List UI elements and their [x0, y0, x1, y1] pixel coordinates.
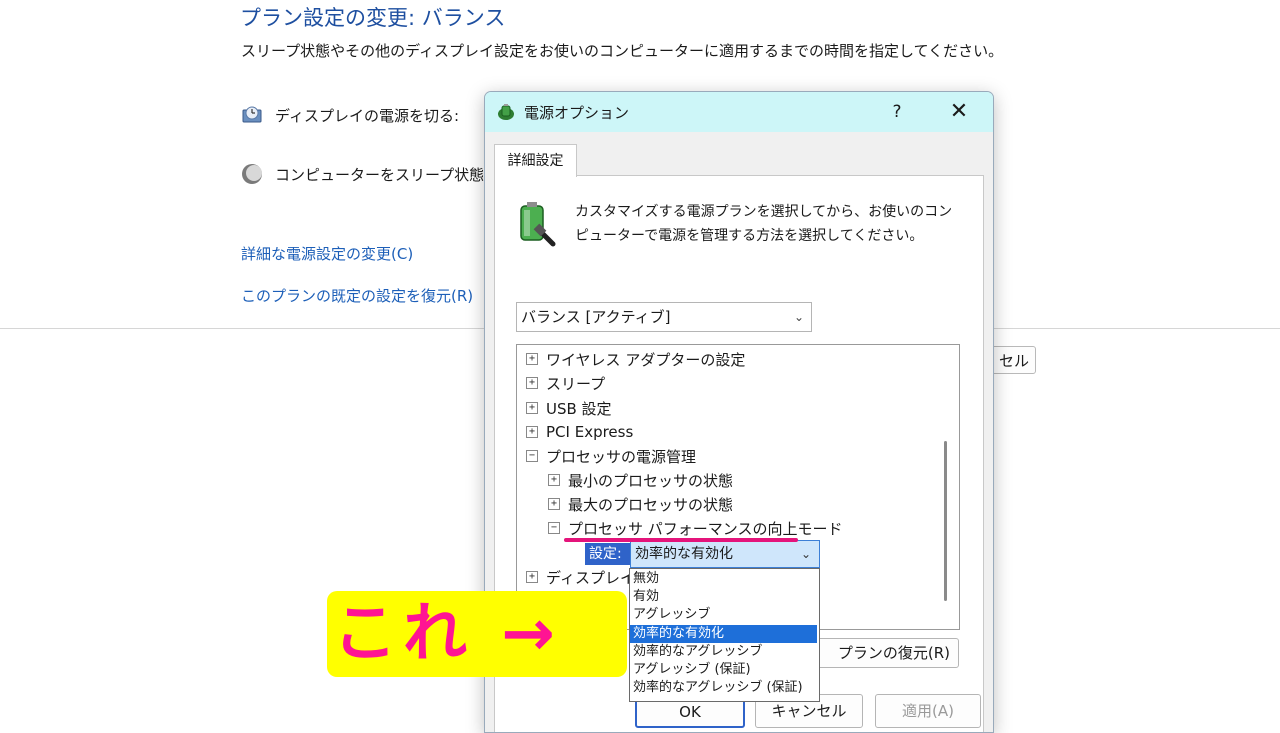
- tree-item-usb[interactable]: + USB 設定: [526, 397, 612, 419]
- dropdown-option[interactable]: アグレッシブ: [630, 606, 817, 624]
- help-button[interactable]: ?: [877, 96, 917, 128]
- tree-item-min-processor[interactable]: + 最小のプロセッサの状態: [548, 469, 733, 491]
- tree-item-pci-express[interactable]: + PCI Express: [526, 421, 633, 443]
- dropdown-option[interactable]: 効率的なアグレッシブ (保証): [630, 679, 817, 697]
- dialog-titlebar[interactable]: 電源オプション ? ✕: [485, 92, 993, 132]
- callout-text: これ →: [333, 597, 561, 671]
- page-description: スリープ状態やその他のディスプレイ設定をお使いのコンピューターに適用するまでの時…: [241, 42, 1004, 60]
- tree-item-processor-power[interactable]: − プロセッサの電源管理: [526, 445, 696, 467]
- tree-item-label: ディスプレイ: [546, 568, 635, 587]
- chevron-down-icon: ⌄: [794, 310, 805, 324]
- battery-plug-icon: [520, 202, 556, 247]
- setting-label: 設定:: [585, 543, 631, 565]
- tree-item-label: プロセッサの電源管理: [546, 447, 697, 466]
- tab-advanced-settings[interactable]: 詳細設定: [494, 144, 577, 177]
- close-button[interactable]: ✕: [937, 96, 981, 128]
- tree-item-wireless[interactable]: + ワイヤレス アダプターの設定: [526, 348, 745, 370]
- display-off-row: ディスプレイの電源を切る:: [241, 104, 459, 126]
- scrollbar-thumb[interactable]: [944, 441, 947, 601]
- advanced-settings-link[interactable]: 詳細な電源設定の変更(C): [241, 243, 413, 264]
- dropdown-option[interactable]: 有効: [630, 588, 817, 606]
- tree-item-max-processor[interactable]: + 最大のプロセッサの状態: [548, 493, 733, 515]
- expand-icon[interactable]: +: [526, 377, 538, 389]
- tree-item-label: USB 設定: [546, 399, 612, 418]
- tree-item-boost-mode[interactable]: − プロセッサ パフォーマンスの向上モード: [548, 517, 842, 539]
- power-options-icon: [498, 104, 514, 120]
- restore-plan-button[interactable]: プランの復元(R): [807, 638, 959, 668]
- expand-icon[interactable]: +: [548, 498, 560, 510]
- expand-icon[interactable]: +: [548, 474, 560, 486]
- apply-button[interactable]: 適用(A): [875, 694, 981, 728]
- monitor-clock-icon: [242, 106, 262, 123]
- expand-icon[interactable]: +: [526, 402, 538, 414]
- collapse-icon[interactable]: −: [526, 450, 538, 462]
- tree-item-label: プロセッサ パフォーマンスの向上モード: [568, 519, 843, 538]
- restore-defaults-link[interactable]: このプランの既定の設定を復元(R): [241, 285, 473, 306]
- chevron-down-icon: ⌄: [801, 547, 812, 561]
- tree-item-display[interactable]: + ディスプレイ: [526, 566, 635, 588]
- setting-select[interactable]: 効率的な有効化: [630, 540, 820, 568]
- instructions-text: カスタマイズする電源プランを選択してから、お使いのコンピューターで電源を管理する…: [575, 204, 953, 244]
- tree-item-label: PCI Express: [546, 423, 634, 441]
- moon-icon: [242, 164, 262, 184]
- expand-icon[interactable]: +: [526, 353, 538, 365]
- tree-item-label: スリープ: [546, 374, 606, 393]
- tree-item-label: ワイヤレス アダプターの設定: [546, 350, 746, 369]
- tree-item-label: 最大のプロセッサの状態: [568, 495, 734, 514]
- tree-item-sleep[interactable]: + スリープ: [526, 372, 605, 394]
- dropdown-option[interactable]: アグレッシブ (保証): [630, 661, 817, 679]
- dropdown-option[interactable]: 無効: [630, 570, 817, 588]
- setting-dropdown-list[interactable]: 無効 有効 アグレッシブ 効率的な有効化 効率的なアグレッシブ アグレッシブ (…: [629, 568, 820, 702]
- tree-item-label: 最小のプロセッサの状態: [568, 471, 734, 490]
- highlight-underline: [564, 538, 798, 542]
- expand-icon[interactable]: +: [526, 571, 538, 583]
- power-plan-select[interactable]: バランス [アクティブ]: [516, 302, 812, 332]
- display-off-label: ディスプレイの電源を切る:: [275, 106, 460, 125]
- dialog-title: 電源オプション: [524, 104, 630, 122]
- collapse-icon[interactable]: −: [548, 522, 560, 534]
- expand-icon[interactable]: +: [526, 426, 538, 438]
- dropdown-option-selected[interactable]: 効率的な有効化: [630, 625, 817, 643]
- page-title: プラン設定の変更: バランス: [240, 6, 506, 30]
- dropdown-option[interactable]: 効率的なアグレッシブ: [630, 643, 817, 661]
